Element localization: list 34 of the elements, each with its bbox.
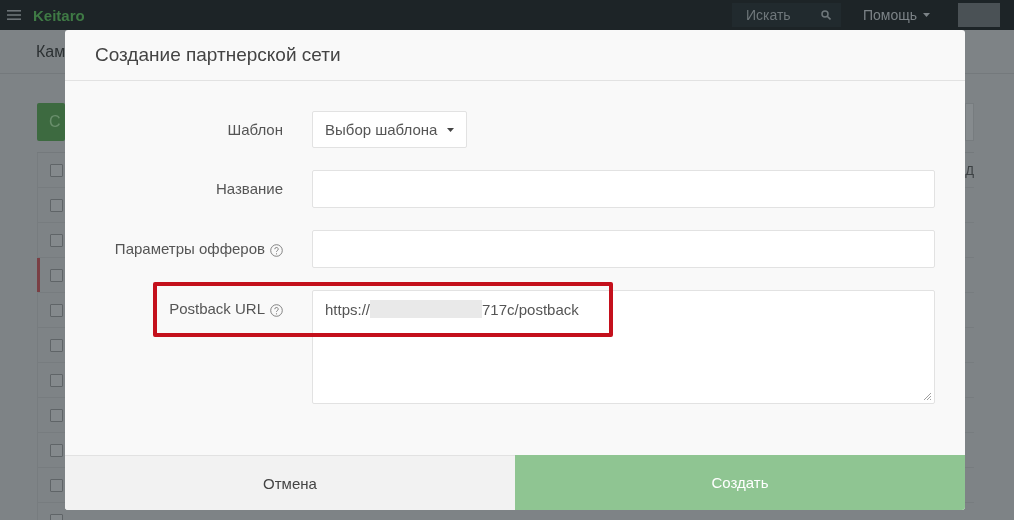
- caret-icon: [923, 13, 930, 17]
- help-menu[interactable]: Помощь: [862, 7, 930, 23]
- input-field[interactable]: [312, 170, 935, 208]
- field-label: Название: [215, 180, 283, 197]
- app-logo[interactable]: Keitaro: [33, 6, 85, 24]
- field-label: Параметры офферов: [114, 240, 265, 257]
- help-icon[interactable]: [270, 304, 283, 317]
- breadcrumb[interactable]: Кам: [36, 42, 66, 61]
- template-dropdown[interactable]: Выбор шаблона: [312, 111, 468, 148]
- field-label: Postback URL: [169, 300, 265, 317]
- resize-grip-icon: [923, 392, 932, 401]
- row-checkbox[interactable]: [50, 478, 63, 492]
- url-textarea[interactable]: https:// 717c/postback: [312, 290, 935, 404]
- menu-icon[interactable]: [7, 10, 21, 20]
- row-checkbox[interactable]: [50, 233, 63, 247]
- help-icon[interactable]: [270, 244, 283, 257]
- row-checkbox[interactable]: [50, 303, 63, 317]
- dialog-title: Создание партнерской сети: [95, 44, 341, 66]
- column-header: Д: [965, 162, 974, 178]
- user-avatar[interactable]: [958, 3, 1000, 27]
- row-checkbox[interactable]: [50, 198, 63, 212]
- search-icon: [820, 10, 831, 20]
- row-checkbox[interactable]: [50, 373, 63, 387]
- field-label: Шаблон: [227, 121, 283, 138]
- caret-icon: [447, 127, 455, 132]
- search-field[interactable]: Искать: [731, 3, 841, 27]
- row-checkbox[interactable]: [50, 408, 63, 422]
- cancel-button[interactable]: Отмена: [65, 455, 515, 510]
- select-all-checkbox[interactable]: [50, 163, 63, 177]
- row-checkbox[interactable]: [50, 443, 63, 457]
- row-checkbox[interactable]: [50, 338, 63, 352]
- toolbar-button[interactable]: [965, 103, 974, 141]
- input-field[interactable]: [312, 230, 935, 268]
- row-checkbox[interactable]: [50, 268, 63, 282]
